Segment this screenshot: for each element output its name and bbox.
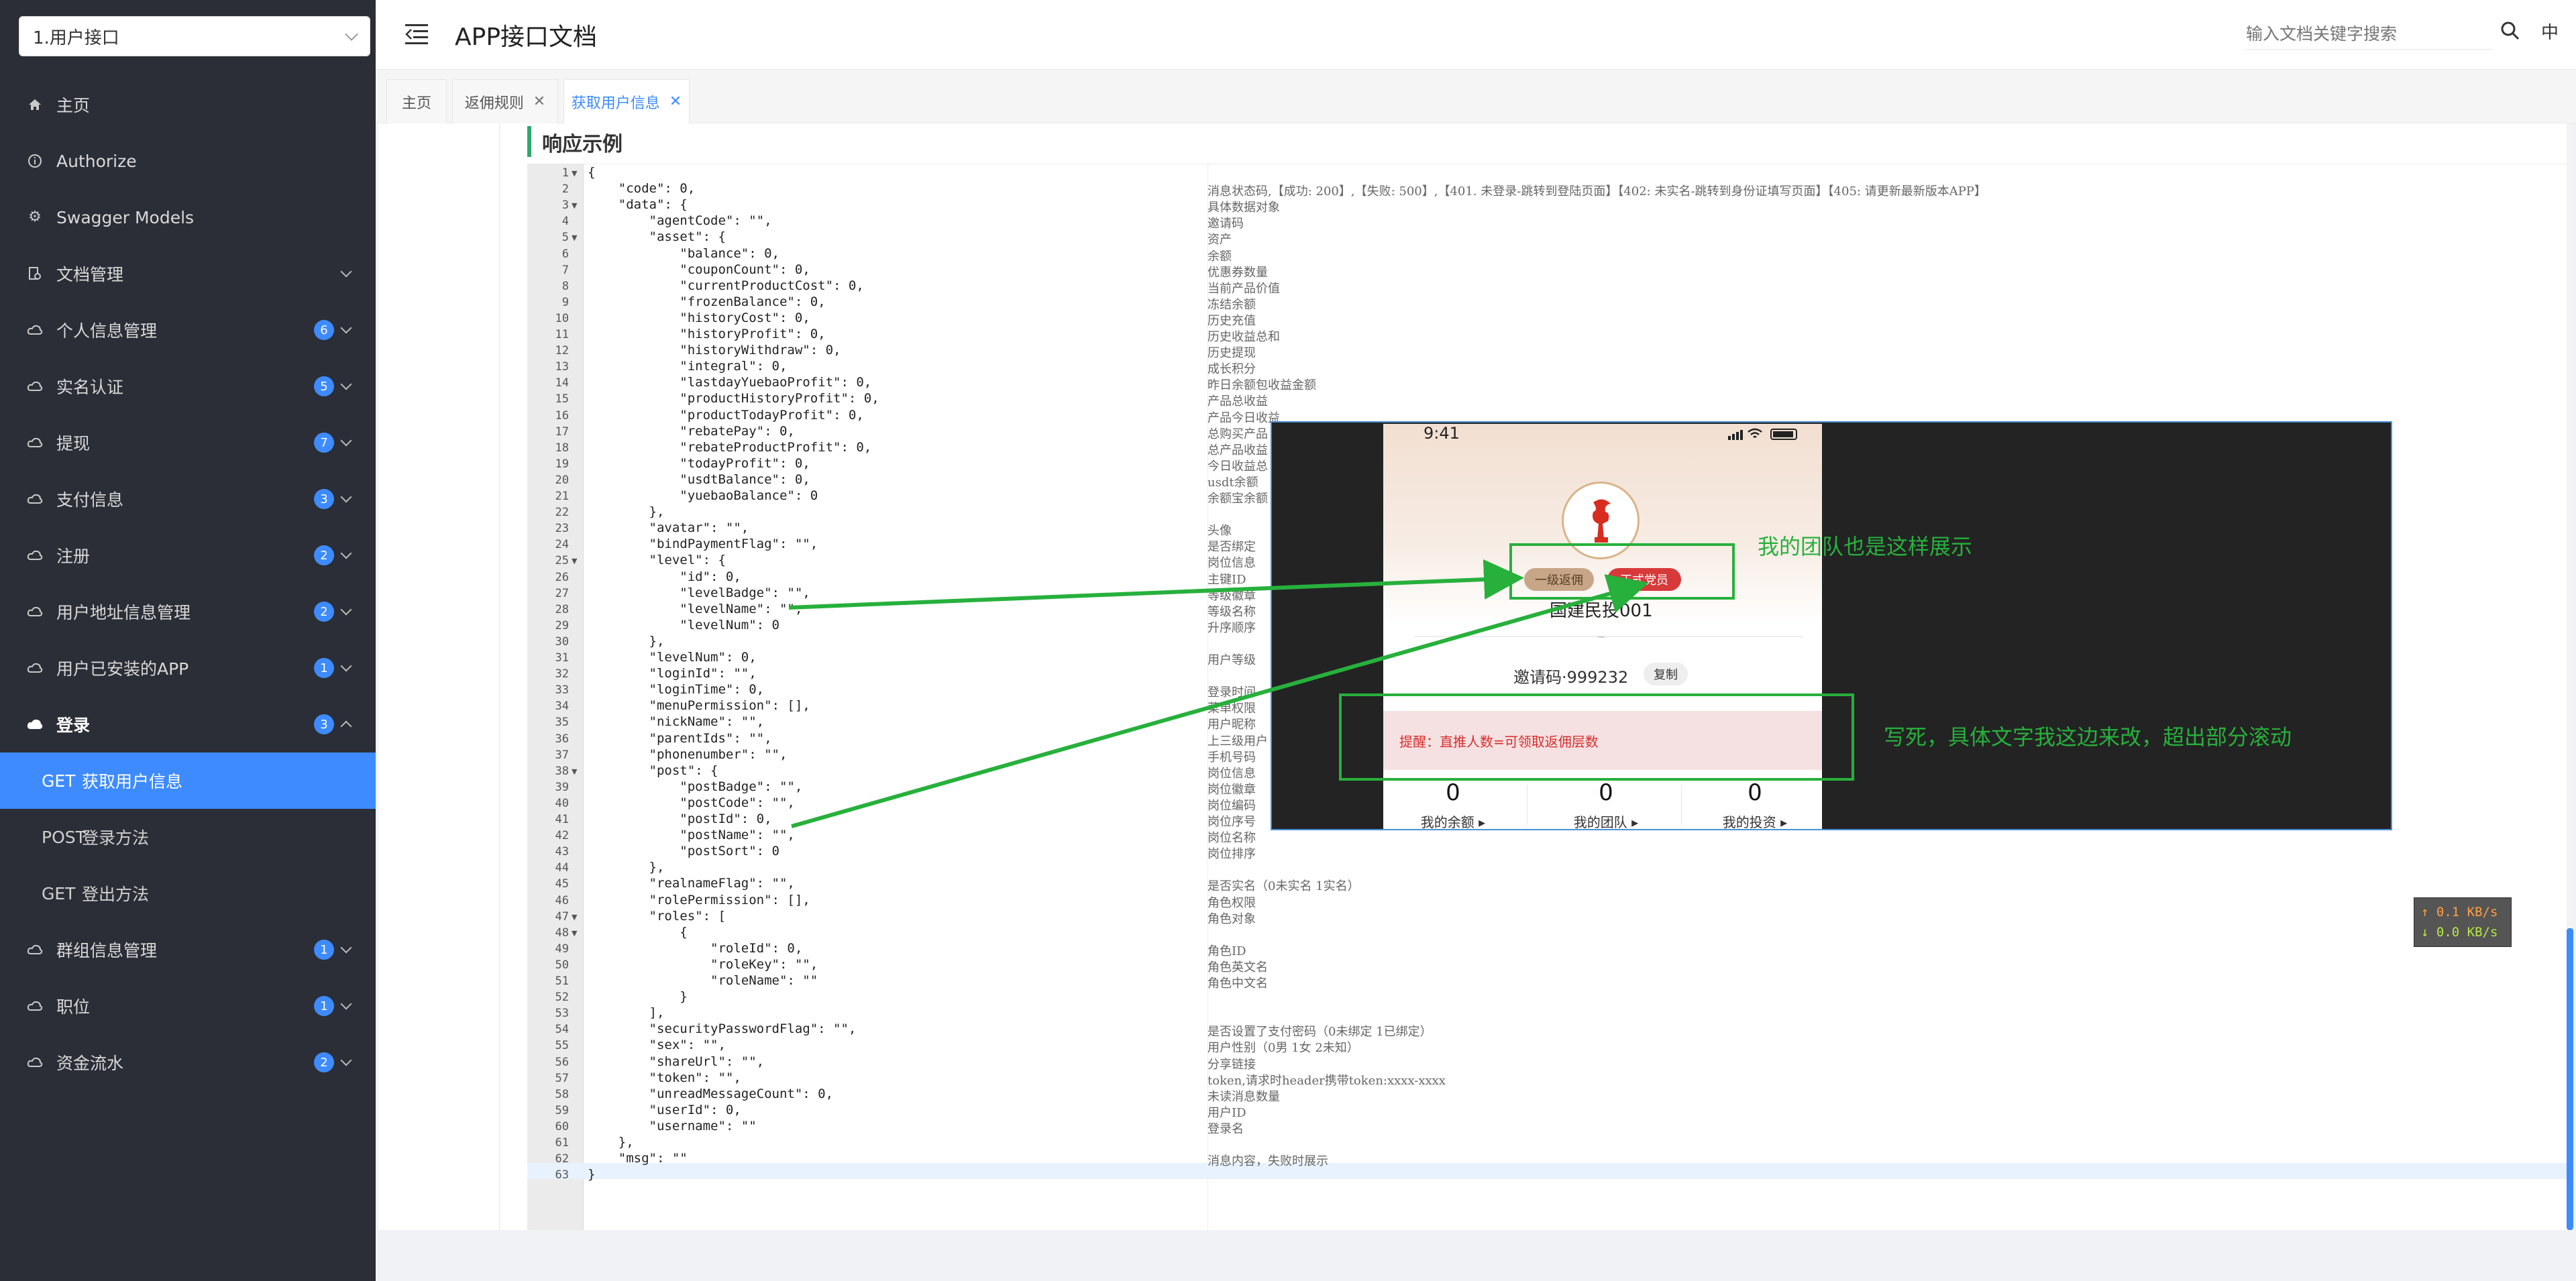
upload-speed: ↑ 0.1 KB/s bbox=[2421, 905, 2498, 920]
network-speed-widget: ↑ 0.1 KB/s ↓ 0.0 KB/s bbox=[2414, 897, 2512, 947]
download-speed: ↓ 0.0 KB/s bbox=[2421, 925, 2498, 940]
annotation-arrow bbox=[788, 559, 1524, 610]
annotation-arrow bbox=[791, 574, 1649, 828]
annotation-arrows bbox=[788, 559, 1649, 828]
